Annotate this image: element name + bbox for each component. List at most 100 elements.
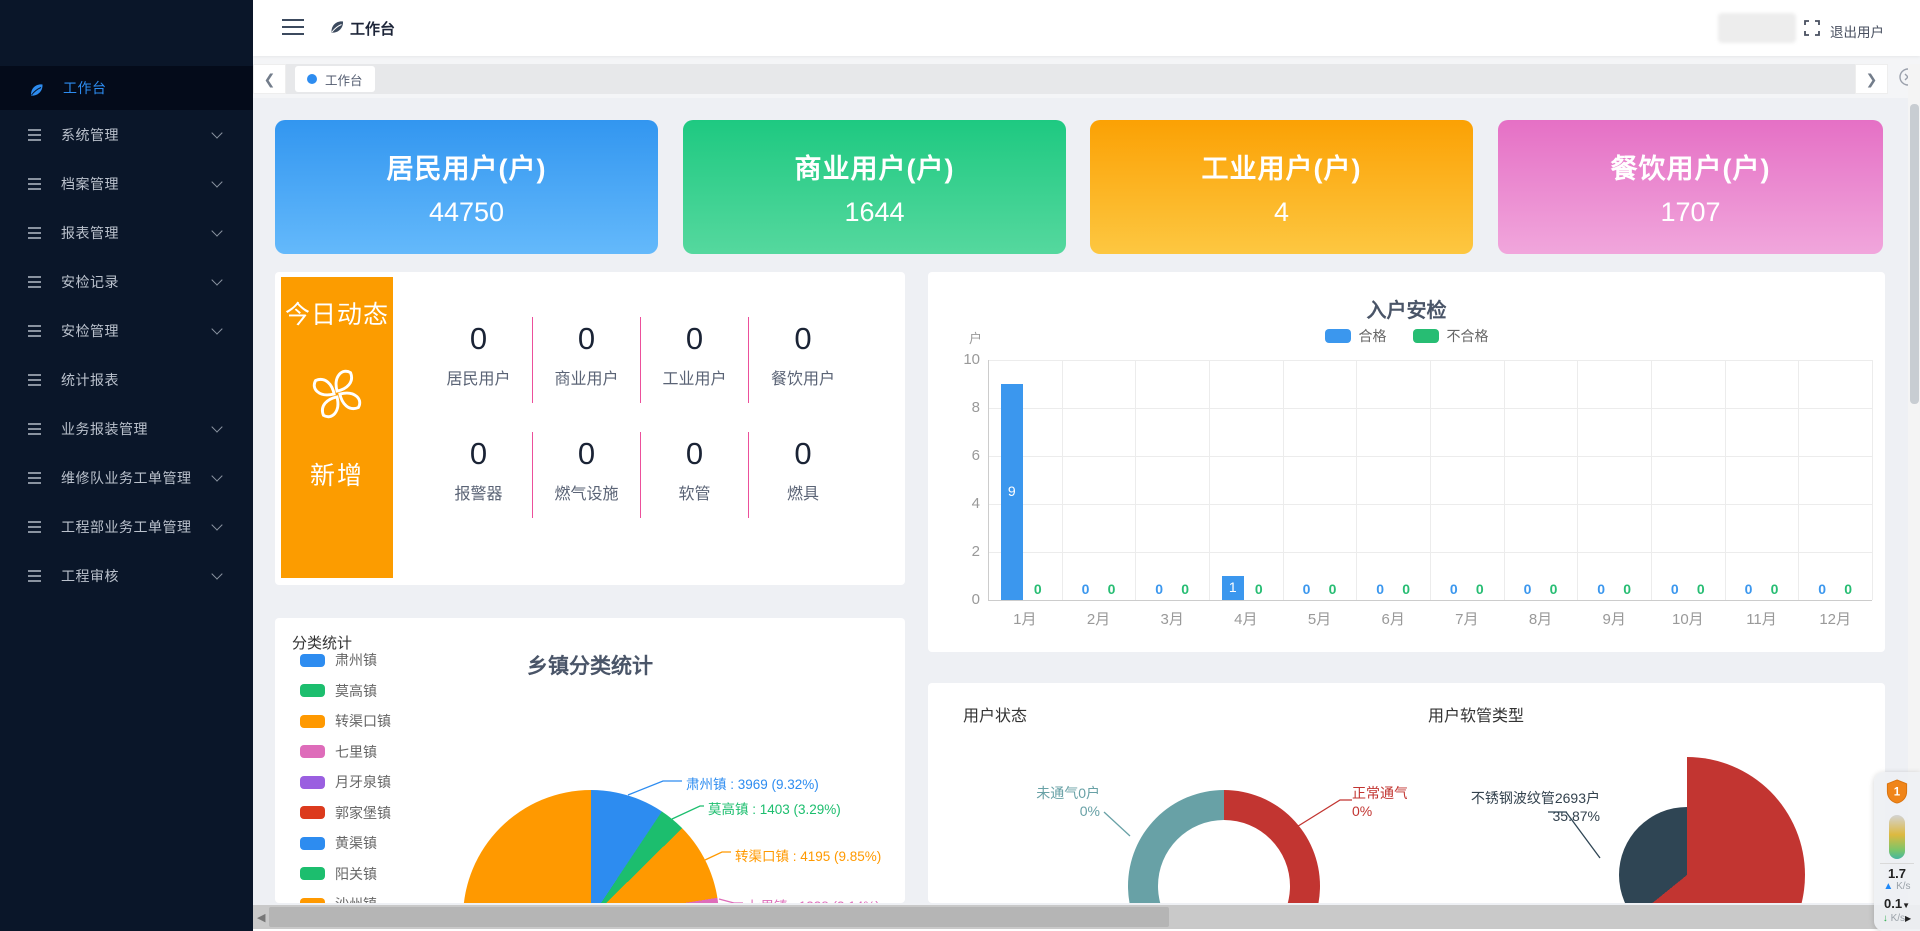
- menu-lines-icon: [28, 227, 41, 239]
- tab-workbench[interactable]: 工作台: [295, 66, 375, 92]
- gridline: [1135, 360, 1136, 600]
- zero-value-label: 0: [1738, 581, 1760, 597]
- sidebar: 工作台系统管理档案管理报表管理安检记录安检管理统计报表业务报装管理维修队业务工单…: [0, 0, 253, 931]
- today-stats-row-1: 0居民用户0商业用户0工业用户0餐饮用户: [425, 317, 857, 403]
- today-stat-value: 0: [425, 436, 532, 472]
- today-stat-value: 0: [533, 321, 640, 357]
- zero-value-label: 0: [1148, 581, 1170, 597]
- today-stat-label: 燃气设施: [533, 480, 640, 504]
- pie-label-mogao: 莫高镇 : 1403 (3.29%): [708, 798, 841, 818]
- x-tick-label: 3月: [1135, 608, 1209, 629]
- gridline: [1725, 360, 1726, 600]
- legend-item-不合格[interactable]: 不合格: [1413, 326, 1489, 346]
- download-speed-value: 0.1▼: [1874, 897, 1920, 913]
- stat-card-title: 居民用户(户): [275, 147, 658, 186]
- gridline: [1651, 360, 1652, 600]
- stat-card-4[interactable]: 餐饮用户(户)1707: [1498, 120, 1883, 254]
- gridline: [988, 360, 989, 600]
- header: 工作台 退出用户: [253, 0, 1920, 56]
- menu-lines-icon: [28, 374, 41, 386]
- sidebar-menu: 工作台系统管理档案管理报表管理安检记录安检管理统计报表业务报装管理维修队业务工单…: [0, 0, 253, 600]
- logout-button[interactable]: 退出用户: [1830, 21, 1884, 41]
- town-pie-chart-panel: 分类统计 肃州镇莫高镇转渠口镇七里镇月牙泉镇郭家堡镇黄渠镇阳关镇沙州镇 乡镇分类…: [275, 618, 905, 903]
- today-stat-cell: 0燃气设施: [533, 432, 641, 518]
- menu-lines-icon: [28, 472, 41, 484]
- sidebar-item-label: 工程部业务工单管理: [61, 517, 192, 537]
- sidebar-item-11[interactable]: 工程审核: [0, 551, 253, 600]
- status-charts-panel: 用户状态 用户软管类型 未通气0户 0% 正常通气0户 0% 不锈钢波纹管269…: [928, 683, 1885, 903]
- tab-active-dot-icon: [307, 74, 317, 84]
- tabs-scroll-right-button[interactable]: ❯: [1855, 64, 1888, 94]
- stat-card-title: 工业用户(户): [1090, 147, 1473, 186]
- bar-4月-合格: 1: [1222, 576, 1244, 600]
- legend-label: 不合格: [1447, 326, 1489, 346]
- zero-value-label: 0: [1369, 581, 1391, 597]
- inspection-bar-chart-panel: 入户安检 合格不合格 户 1086420901月002月003月104月005月…: [928, 272, 1885, 652]
- stat-card-value: 1707: [1498, 197, 1883, 228]
- fullscreen-icon[interactable]: [1804, 20, 1820, 41]
- leaf-icon: [329, 19, 345, 40]
- sidebar-item-9[interactable]: 维修队业务工单管理: [0, 453, 253, 502]
- menu-lines-icon: [28, 325, 41, 337]
- y-tick-label: 2: [940, 543, 980, 560]
- sidebar-item-5[interactable]: 安检记录: [0, 257, 253, 306]
- horizontal-scrollbar-thumb[interactable]: [269, 907, 1169, 927]
- legend-item-合格[interactable]: 合格: [1325, 326, 1387, 346]
- today-stat-cell: 0餐饮用户: [749, 317, 857, 403]
- net-monitor-widget[interactable]: 1 1.7 ▲ K/s 0.1▼ ↓ K/s▶: [1874, 772, 1920, 931]
- scroll-left-arrow-icon[interactable]: ◀: [257, 911, 265, 924]
- y-tick-label: 4: [940, 495, 980, 512]
- today-new-label: 新增: [281, 456, 393, 492]
- today-stat-value: 0: [641, 436, 748, 472]
- shield-icon: 1: [1874, 779, 1920, 809]
- stat-card-value: 4: [1090, 197, 1473, 228]
- hamburger-menu-icon[interactable]: [282, 19, 304, 35]
- horizontal-scrollbar[interactable]: ◀: [253, 905, 1920, 929]
- menu-lines-icon: [28, 178, 41, 190]
- today-dynamics-badge: 今日动态 新增: [281, 277, 393, 578]
- sidebar-item-3[interactable]: 档案管理: [0, 159, 253, 208]
- tabs-scroll-left-button[interactable]: ❮: [253, 64, 286, 94]
- chevron-down-icon: [211, 470, 222, 481]
- menu-lines-icon: [28, 129, 41, 141]
- sidebar-item-label: 安检管理: [61, 321, 119, 341]
- today-stat-cell: 0报警器: [425, 432, 533, 518]
- zero-value-label: 0: [1811, 581, 1833, 597]
- sidebar-item-4[interactable]: 报表管理: [0, 208, 253, 257]
- stat-card-1[interactable]: 居民用户(户)44750: [275, 120, 658, 254]
- today-stat-label: 工业用户: [641, 365, 748, 389]
- stat-card-value: 1644: [683, 197, 1066, 228]
- sidebar-item-label: 维修队业务工单管理: [61, 468, 192, 488]
- stat-card-3[interactable]: 工业用户(户) 4: [1090, 120, 1473, 254]
- zero-value-label: 0: [1027, 581, 1049, 597]
- sidebar-item-2[interactable]: 系统管理: [0, 110, 253, 159]
- stat-card-2[interactable]: 商业用户(户)1644: [683, 120, 1066, 254]
- x-tick-label: 10月: [1651, 608, 1725, 629]
- pie-label-suzhou: 肃州镇 : 3969 (9.32%): [686, 773, 819, 793]
- collapse-triangle-icon: ▼: [1902, 901, 1910, 910]
- sidebar-item-8[interactable]: 业务报装管理: [0, 404, 253, 453]
- sidebar-item-label: 安检记录: [61, 272, 119, 292]
- pie-label-qili: 七里镇 : 1338 (3.14%): [747, 895, 880, 903]
- zero-value-label: 0: [1764, 581, 1786, 597]
- sidebar-item-10[interactable]: 工程部业务工单管理: [0, 502, 253, 551]
- today-stat-value: 0: [749, 321, 857, 357]
- tab-strip: ❮ 工作台 ❯: [253, 56, 1920, 98]
- up-arrow-icon: ▲: [1883, 881, 1893, 892]
- legend-swatch: [1413, 329, 1439, 343]
- tab-label: 工作台: [325, 70, 363, 89]
- user-name-redacted[interactable]: [1718, 13, 1796, 43]
- sidebar-item-7[interactable]: 统计报表: [0, 355, 253, 404]
- sidebar-item-label: 统计报表: [61, 370, 119, 390]
- today-stat-cell: 0工业用户: [641, 317, 749, 403]
- vertical-scrollbar-thumb[interactable]: [1910, 104, 1919, 404]
- sidebar-item-6[interactable]: 安检管理: [0, 306, 253, 355]
- pie-label-zhuanqukou: 转渠口镇 : 4195 (9.85%): [735, 845, 881, 865]
- app-window: 工作台系统管理档案管理报表管理安检记录安检管理统计报表业务报装管理维修队业务工单…: [0, 0, 1920, 931]
- gridline: [1356, 360, 1357, 600]
- down-arrow-icon: ↓: [1883, 913, 1888, 924]
- gridline: [1872, 360, 1873, 600]
- chevron-down-icon: [211, 127, 222, 138]
- sidebar-item-1[interactable]: 工作台: [0, 66, 253, 110]
- bar-value-label: 9: [1001, 483, 1023, 499]
